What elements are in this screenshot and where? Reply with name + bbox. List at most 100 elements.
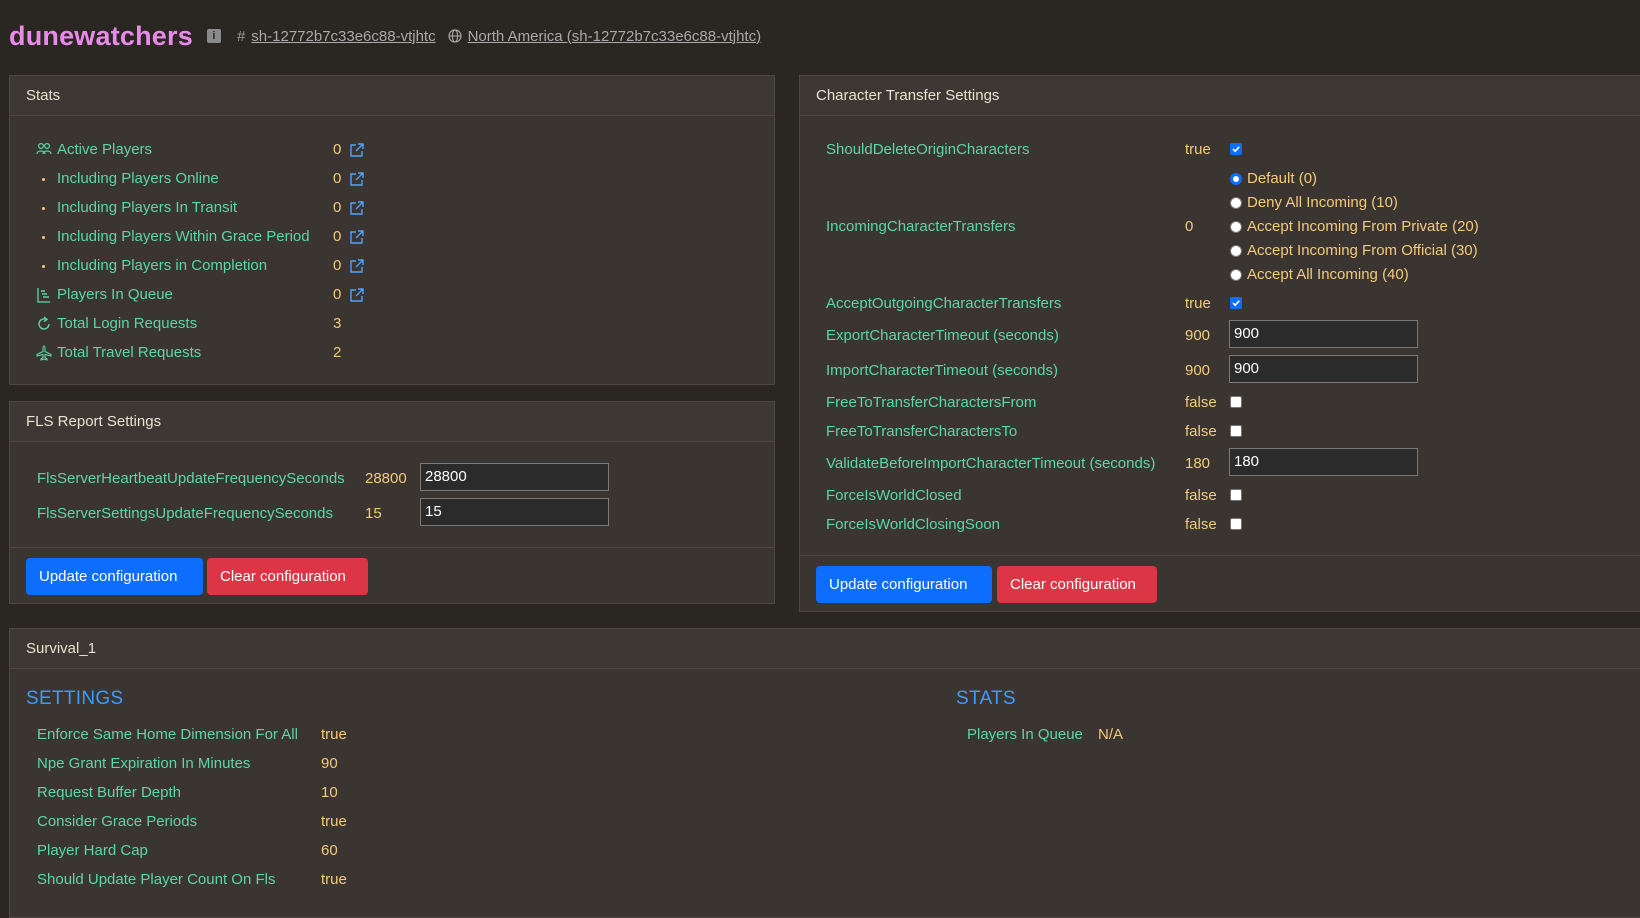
stat-label: Including Players Online bbox=[57, 170, 219, 187]
bullet-icon bbox=[42, 236, 45, 239]
incoming-option-radio[interactable] bbox=[1230, 197, 1242, 209]
survival-setting-label: Consider Grace Periods bbox=[37, 813, 198, 830]
survival-stat-value: N/A bbox=[1098, 726, 1124, 743]
export-timeout-label: ExportCharacterTimeout (seconds) bbox=[826, 327, 1059, 344]
page-title: dunewatchers bbox=[9, 20, 193, 51]
survival-setting-label: Player Hard Cap bbox=[37, 842, 148, 859]
free-from-value: false bbox=[1185, 394, 1217, 411]
incoming-option-label[interactable]: Accept Incoming From Private (20) bbox=[1247, 218, 1479, 235]
stat-label: Including Players in Completion bbox=[57, 257, 268, 274]
stat-label: Players In Queue bbox=[57, 286, 173, 303]
survival-panel-title: Survival_1 bbox=[10, 629, 1640, 669]
stats-panel-title: Stats bbox=[10, 76, 774, 116]
import-timeout-input[interactable]: 900 bbox=[1229, 355, 1418, 383]
accept-outgoing-value: true bbox=[1185, 295, 1211, 312]
survival-setting-value: true bbox=[321, 813, 347, 830]
bullet-icon bbox=[42, 265, 45, 268]
should-delete-value: true bbox=[1185, 141, 1211, 158]
stat-label: Including Players In Transit bbox=[57, 199, 238, 216]
force-closing-soon-checkbox[interactable] bbox=[1230, 518, 1242, 530]
bullet-icon bbox=[42, 207, 45, 210]
stat-value: 0 bbox=[333, 170, 342, 187]
validate-timeout-input[interactable]: 180 bbox=[1229, 448, 1418, 476]
stat-value: 0 bbox=[333, 257, 342, 274]
external-link-icon[interactable] bbox=[349, 171, 365, 187]
stat-value: 3 bbox=[333, 315, 342, 332]
incoming-transfers-label: IncomingCharacterTransfers bbox=[826, 218, 1016, 235]
force-closing-soon-value: false bbox=[1185, 516, 1217, 533]
incoming-option-label[interactable]: Accept Incoming From Official (30) bbox=[1247, 242, 1478, 259]
accept-outgoing-label: AcceptOutgoingCharacterTransfers bbox=[826, 295, 1062, 312]
fls-panel-title: FLS Report Settings bbox=[10, 402, 774, 442]
settings-section-title: SETTINGS bbox=[26, 688, 124, 709]
should-delete-checkbox[interactable] bbox=[1230, 143, 1242, 155]
survival-setting-value: 60 bbox=[321, 842, 338, 859]
stat-value: 2 bbox=[333, 344, 342, 361]
free-to-label: FreeToTransferCharactersTo bbox=[826, 423, 1018, 440]
should-delete-label: ShouldDeleteOriginCharacters bbox=[826, 141, 1030, 158]
fls-clear-button[interactable]: Clear configuration bbox=[207, 558, 368, 595]
incoming-option-radio[interactable] bbox=[1230, 221, 1242, 233]
accept-outgoing-checkbox[interactable] bbox=[1230, 297, 1242, 309]
stat-label: Active Players bbox=[57, 141, 153, 158]
export-timeout-input[interactable]: 900 bbox=[1229, 320, 1418, 348]
external-link-icon[interactable] bbox=[349, 142, 365, 158]
force-closed-value: false bbox=[1185, 487, 1217, 504]
survival-setting-label: Enforce Same Home Dimension For All bbox=[37, 726, 298, 743]
incoming-option-label[interactable]: Default (0) bbox=[1247, 170, 1317, 187]
stat-label: Including Players Within Grace Period bbox=[57, 228, 310, 245]
survival-setting-value: 10 bbox=[321, 784, 338, 801]
fls-update-button[interactable]: Update configuration bbox=[26, 558, 203, 595]
incoming-option-label[interactable]: Deny All Incoming (10) bbox=[1247, 194, 1398, 211]
fls-heartbeat-input[interactable]: 28800 bbox=[420, 463, 609, 491]
region-link[interactable]: North America (sh-12772b7c33e6c88-vtjhtc… bbox=[468, 28, 761, 45]
incoming-transfers-value: 0 bbox=[1185, 218, 1194, 235]
incoming-option-label[interactable]: Accept All Incoming (40) bbox=[1247, 266, 1409, 283]
stat-value: 0 bbox=[333, 286, 342, 303]
external-link-icon[interactable] bbox=[349, 287, 365, 303]
transfer-clear-button[interactable]: Clear configuration bbox=[997, 566, 1157, 603]
incoming-option-radio[interactable] bbox=[1230, 269, 1242, 281]
refresh-icon bbox=[36, 316, 52, 332]
hash-icon: # bbox=[236, 27, 246, 45]
import-timeout-value: 900 bbox=[1185, 362, 1211, 379]
import-timeout-label: ImportCharacterTimeout (seconds) bbox=[826, 362, 1059, 379]
free-from-label: FreeToTransferCharactersFrom bbox=[826, 394, 1037, 411]
free-to-value: false bbox=[1185, 423, 1217, 440]
incoming-option-radio[interactable] bbox=[1230, 245, 1242, 257]
info-icon[interactable]: i bbox=[206, 29, 221, 43]
survival-setting-value: true bbox=[321, 726, 347, 743]
fls-settings-label: FlsServerSettingsUpdateFrequencySeconds bbox=[37, 505, 333, 522]
survival-stat-label: Players In Queue bbox=[967, 726, 1083, 743]
external-link-icon[interactable] bbox=[349, 258, 365, 274]
free-from-checkbox[interactable] bbox=[1230, 396, 1242, 408]
free-to-checkbox[interactable] bbox=[1230, 425, 1242, 437]
queue-icon bbox=[36, 287, 52, 303]
users-icon bbox=[36, 142, 52, 156]
fls-settings-input[interactable]: 15 bbox=[420, 498, 609, 526]
transfer-panel-title: Character Transfer Settings bbox=[800, 76, 1640, 116]
page-header: dunewatchers i # sh-12772b7c33e6c88-vtjh… bbox=[9, 16, 761, 56]
transfer-update-button[interactable]: Update configuration bbox=[816, 566, 992, 603]
plane-icon bbox=[36, 345, 52, 361]
stat-value: 0 bbox=[333, 199, 342, 216]
external-link-icon[interactable] bbox=[349, 200, 365, 216]
validate-timeout-label: ValidateBeforeImportCharacterTimeout (se… bbox=[826, 455, 1156, 472]
server-id-link[interactable]: sh-12772b7c33e6c88-vtjhtc bbox=[251, 28, 435, 45]
incoming-option-radio[interactable] bbox=[1230, 173, 1242, 185]
validate-timeout-value: 180 bbox=[1185, 455, 1211, 472]
bullet-icon bbox=[42, 178, 45, 181]
fls-heartbeat-value: 28800 bbox=[365, 470, 407, 487]
stat-value: 0 bbox=[333, 228, 342, 245]
stat-label: Total Login Requests bbox=[57, 315, 198, 332]
force-closed-label: ForceIsWorldClosed bbox=[826, 487, 962, 504]
export-timeout-value: 900 bbox=[1185, 327, 1211, 344]
external-link-icon[interactable] bbox=[349, 229, 365, 245]
stat-value: 0 bbox=[333, 141, 342, 158]
survival-setting-label: Npe Grant Expiration In Minutes bbox=[37, 755, 251, 772]
stats-section-title: STATS bbox=[956, 688, 1016, 709]
survival-setting-value: true bbox=[321, 871, 347, 888]
stat-label: Total Travel Requests bbox=[57, 344, 202, 361]
survival-setting-value: 90 bbox=[321, 755, 338, 772]
force-closed-checkbox[interactable] bbox=[1230, 489, 1242, 501]
